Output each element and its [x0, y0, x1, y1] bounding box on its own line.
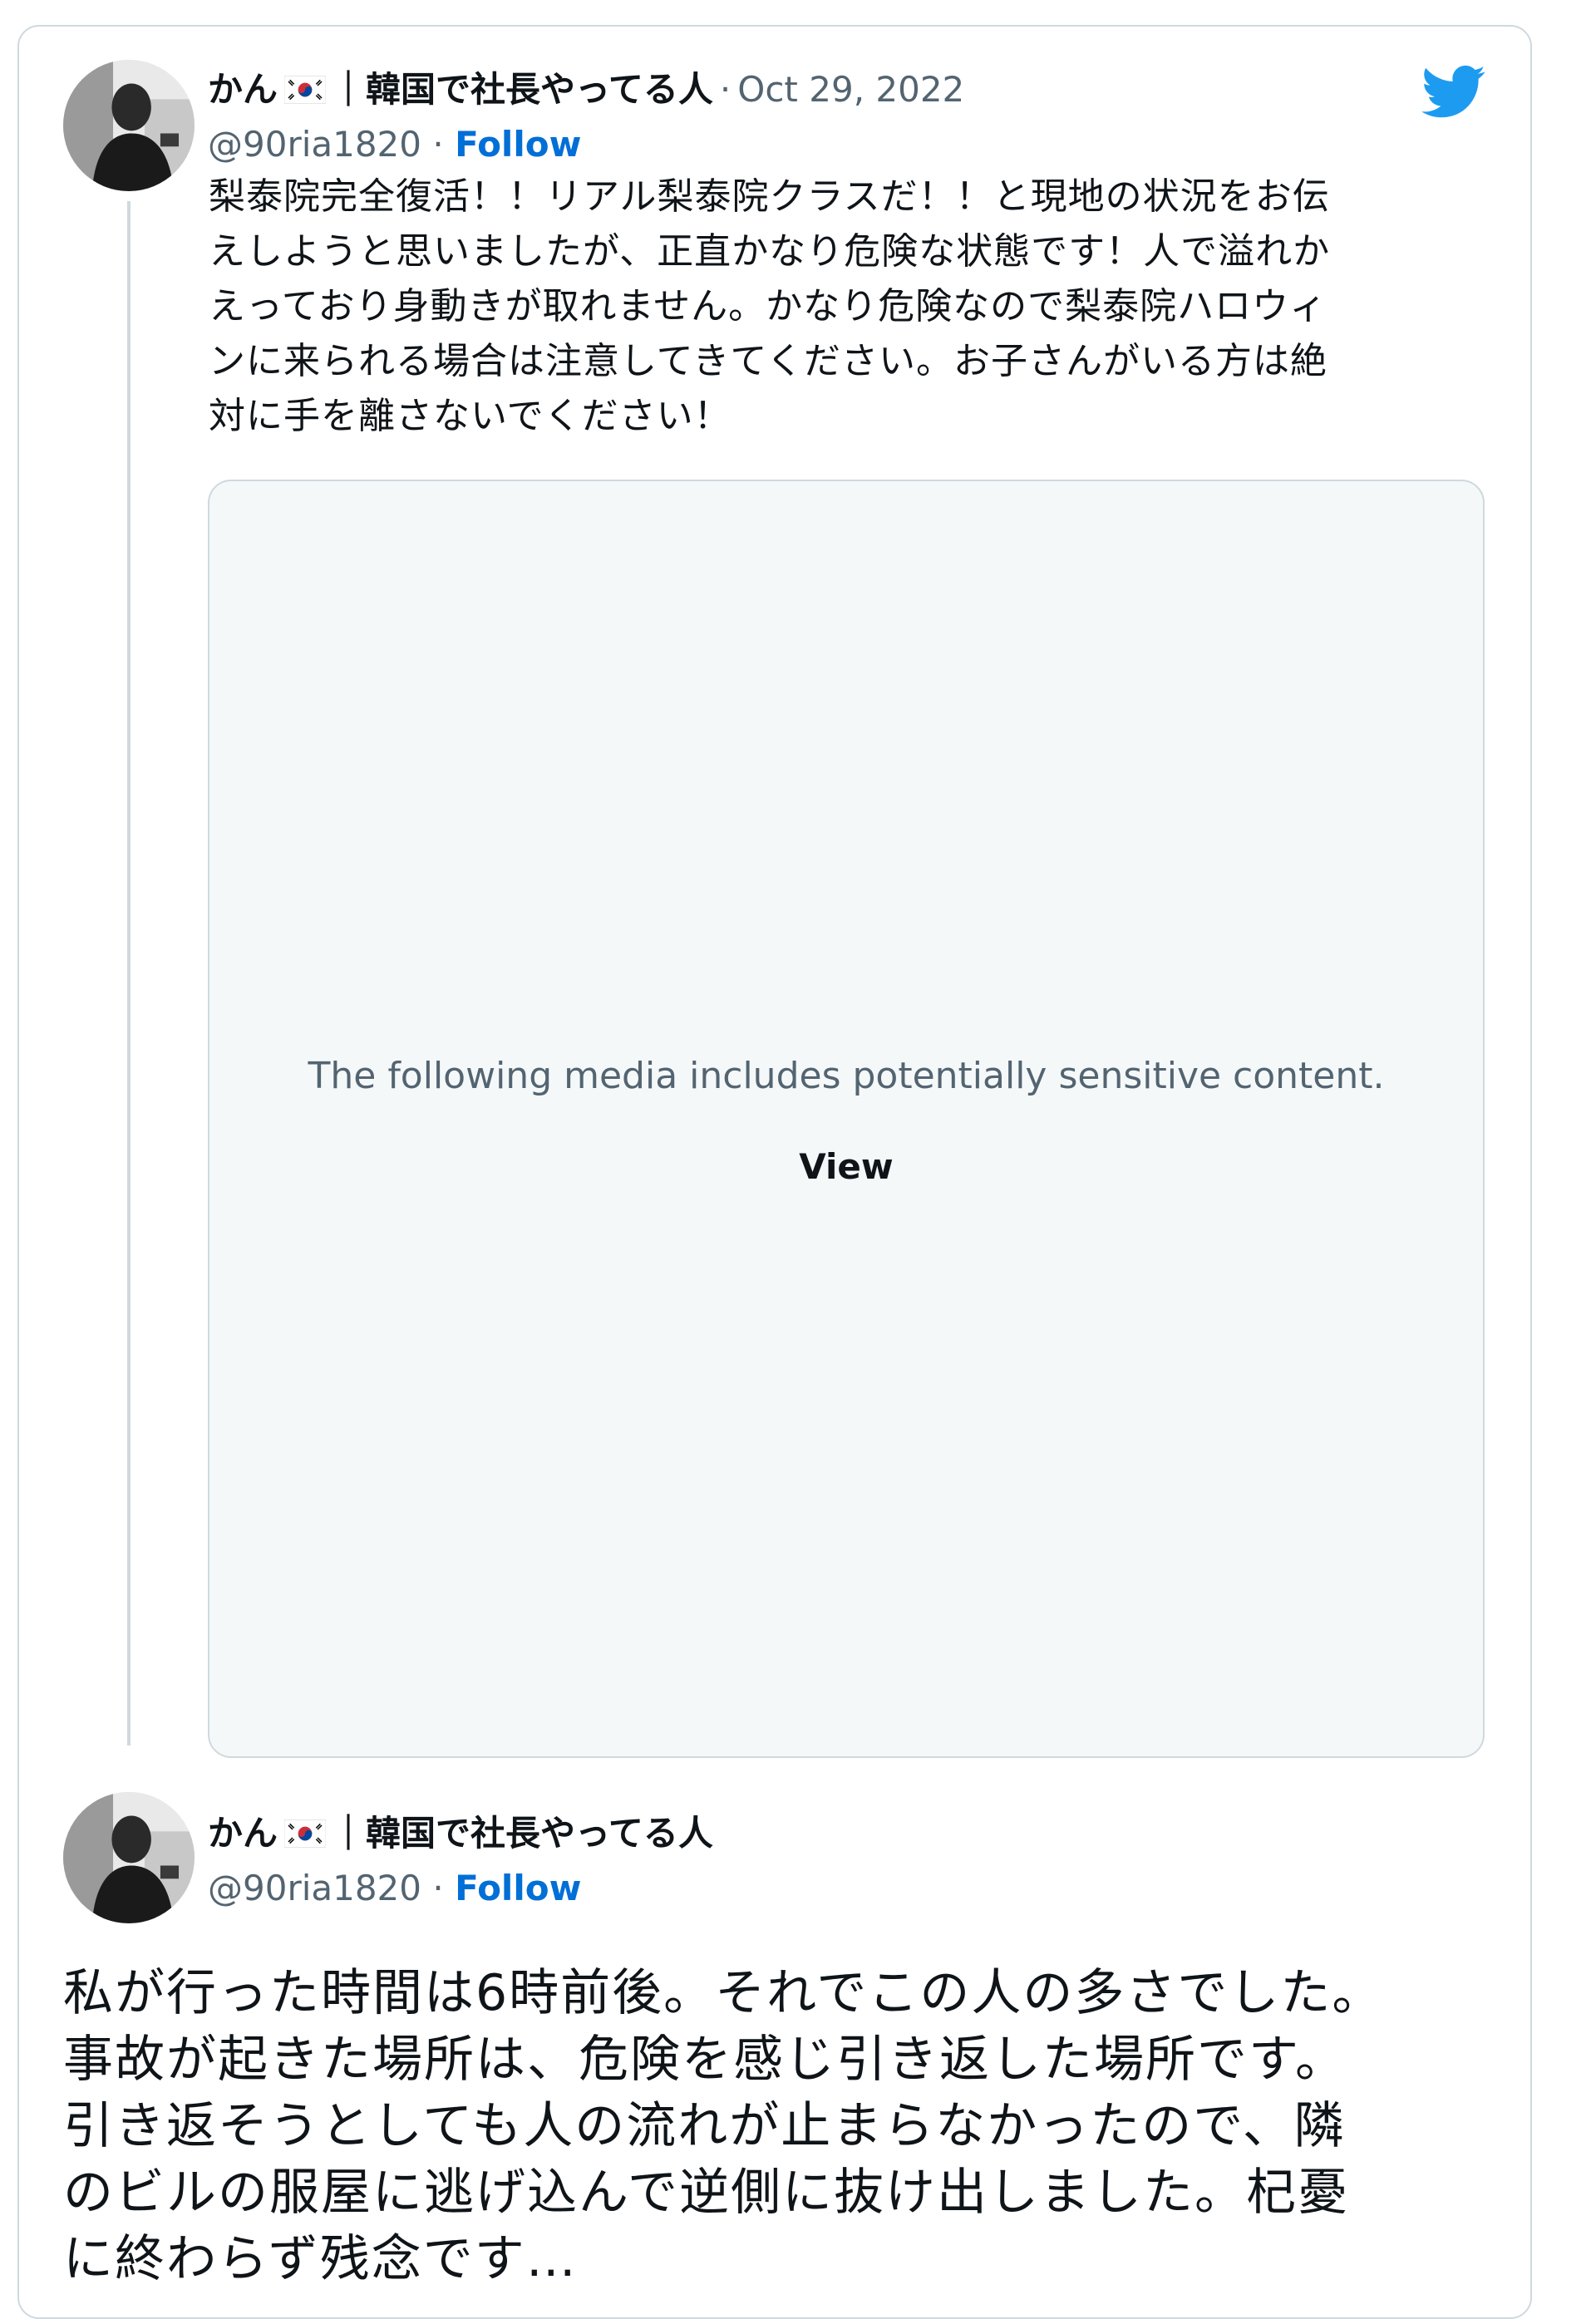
- tweet-text-line: ンに来られる場合は注意してきてください。お子さんがいる方は絶: [209, 340, 1328, 382]
- author-display-name[interactable]: かん: [208, 65, 278, 115]
- south-korea-flag-icon: [284, 76, 327, 104]
- tweet-text-line: 梨泰院完全復活！！リアル梨泰院クラスだ！！と現地の状況をお伝: [209, 175, 1330, 218]
- tweet2-handle-line: @90ria1820 · Follow: [208, 1864, 581, 1913]
- tweet-text-line: 引き返そうとしても人の流れが止まらなかったので、隣: [63, 2097, 1346, 2155]
- twitter-bird-icon[interactable]: [1421, 65, 1486, 120]
- avatar[interactable]: [63, 1792, 195, 1923]
- avatar[interactable]: [63, 60, 195, 191]
- tweet2-text: 私が行った時間は6時前後。それでこの人の多さでした。 事故が起きた場所は、危険を…: [63, 1960, 1493, 2292]
- handle-separator: ·: [432, 124, 444, 165]
- thread-connector-line: [127, 201, 131, 1745]
- tweet-text-line: えしようと思いましたが、正直かなり危険な状態です！人で溢れか: [209, 230, 1331, 273]
- sensitive-media-container[interactable]: The following media includes potentially…: [208, 480, 1485, 1758]
- handle-separator: ·: [432, 1868, 444, 1908]
- date-separator: ·: [719, 69, 732, 110]
- tweet-text-line: 対に手を離さないでください！: [209, 395, 732, 437]
- tweet1-text: 梨泰院完全復活！！リアル梨泰院クラスだ！！と現地の状況をお伝 えしようと思いまし…: [209, 170, 1456, 444]
- south-korea-flag-icon: [284, 1819, 327, 1848]
- tweet-text-line: えっており身動きが取れません。かなり危険なので梨泰院ハロウィ: [209, 285, 1328, 327]
- view-media-button[interactable]: View: [209, 1146, 1483, 1188]
- author-name-suffix[interactable]: ｜韓国で社長やってる人: [331, 65, 713, 115]
- tweet2-author-line: かん ｜韓国で社長やってる人: [208, 1809, 713, 1859]
- tweet-text-line: に終わらず残念です…: [63, 2230, 578, 2288]
- tweet-text-line: のビルの服屋に逃げ込んで逆側に抜け出しました。杞憂: [63, 2164, 1349, 2222]
- sensitive-content-warning: The following media includes potentially…: [308, 1055, 1385, 1097]
- follow-button[interactable]: Follow: [455, 1868, 581, 1908]
- tweet-text-line: 事故が起きた場所は、危険を感じ引き返した場所です。: [63, 2031, 1347, 2089]
- tweet1-handle-line: @90ria1820 · Follow: [208, 120, 581, 170]
- tweet-text-line: 私が行った時間は6時前後。それでこの人の多さでした。: [63, 1964, 1384, 2022]
- tweet1-author-line: かん ｜韓国で社長やってる人 · Oct 29, 2022: [208, 65, 964, 115]
- author-name-suffix[interactable]: ｜韓国で社長やってる人: [331, 1809, 713, 1859]
- follow-button[interactable]: Follow: [455, 124, 581, 165]
- author-handle[interactable]: @90ria1820: [208, 124, 421, 165]
- tweet-date[interactable]: Oct 29, 2022: [737, 65, 964, 115]
- author-handle[interactable]: @90ria1820: [208, 1868, 421, 1908]
- author-display-name[interactable]: かん: [208, 1809, 278, 1859]
